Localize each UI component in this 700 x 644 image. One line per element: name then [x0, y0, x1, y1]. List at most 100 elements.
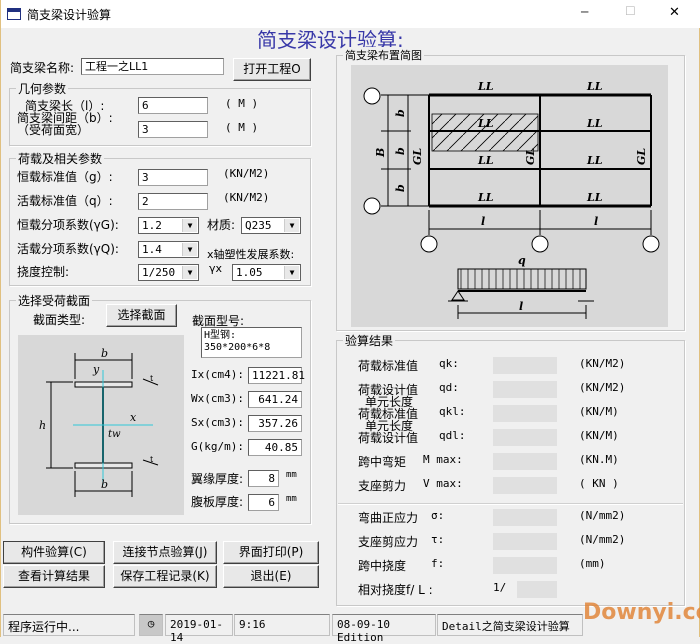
member-check-button[interactable]: 构件验算(C) — [3, 541, 105, 564]
chevron-down-icon[interactable]: ▼ — [284, 219, 299, 232]
web-thickness-value: 6 — [248, 494, 279, 511]
result-value — [493, 477, 557, 494]
material-select[interactable]: Q235 ▼ — [241, 217, 301, 234]
result-symbol: V max: — [423, 477, 463, 490]
flange-thickness-label: 翼缘厚度: — [191, 472, 244, 486]
length-unit: ( M ) — [225, 97, 259, 110]
dim-b: b — [394, 109, 407, 117]
section-diagram: b b y x h tw t t — [18, 335, 184, 515]
result-value — [493, 429, 557, 446]
live-load-input[interactable]: 2 — [138, 193, 208, 210]
section-type-label: 截面类型: — [33, 313, 86, 327]
save-project-button[interactable]: 保存工程记录(K) — [113, 565, 217, 588]
dim-b-top: b — [101, 347, 108, 360]
result-value — [493, 405, 557, 422]
status-date: 2019-01-14 — [165, 614, 233, 644]
dead-load-label: 恒载标准值（g）: — [17, 170, 113, 184]
results-legend: 验算结果 — [343, 332, 396, 349]
clock-icon: ◷ — [139, 614, 163, 636]
result-value — [493, 557, 557, 574]
result-value — [493, 381, 557, 398]
dead-load-unit: (KN/M2) — [223, 167, 270, 180]
spacing-unit: ( M ) — [225, 121, 259, 134]
beam-label-ll: LL — [586, 191, 603, 204]
result-symbol: M max: — [423, 453, 463, 466]
gamma-q-value: 1.4 — [142, 243, 162, 256]
gamma-g-select[interactable]: 1.2 ▼ — [138, 217, 199, 234]
loads-legend: 荷载及相关参数 — [16, 150, 105, 167]
beam-label-ll: LL — [477, 154, 494, 167]
result-unit: (N/mm2) — [579, 533, 626, 546]
gamma-q-label: 活载分项系数(γQ): — [17, 242, 119, 256]
section-legend: 选择受荷截面 — [16, 292, 93, 309]
chevron-down-icon[interactable]: ▼ — [284, 266, 299, 279]
status-time: 9:16 — [234, 614, 330, 636]
girder-label-gl: GL — [524, 148, 537, 165]
gamma-x-select[interactable]: 1.05 ▼ — [232, 264, 301, 281]
dim-tw: tw — [108, 429, 121, 440]
result-symbol: 1/ — [493, 581, 507, 594]
deflection-select[interactable]: 1/250 ▼ — [138, 264, 199, 281]
app-icon — [7, 8, 21, 20]
g-label: G(kg/m): — [191, 440, 244, 453]
chevron-down-icon[interactable]: ▼ — [182, 266, 197, 279]
status-edition: 08-09-10 Edition — [332, 614, 436, 644]
result-unit: (KN.M) — [579, 453, 619, 466]
print-button[interactable]: 界面打印(P) — [223, 541, 319, 564]
status-app: Detail之简支梁设计验算 — [437, 614, 583, 636]
dim-B: B — [374, 148, 387, 158]
gamma-q-select[interactable]: 1.4 ▼ — [138, 241, 199, 258]
status-running: 程序运行中... — [3, 614, 135, 636]
length-input[interactable]: 6 — [138, 97, 208, 114]
flange-thickness-value: 8 — [248, 470, 279, 487]
ix-value: 11221.81 — [248, 367, 305, 384]
chevron-down-icon[interactable]: ▼ — [182, 243, 197, 256]
result-value — [493, 533, 557, 550]
dim-b-bottom: b — [101, 478, 108, 491]
flange-unit: mm — [286, 470, 297, 480]
results-divider — [338, 503, 683, 505]
result-label: 荷载标准值 — [358, 359, 419, 373]
gamma-x-value: 1.05 — [236, 266, 263, 279]
result-unit: (mm) — [579, 557, 606, 570]
gamma-g-value: 1.2 — [142, 219, 162, 232]
result-label: 荷载设计值 — [358, 431, 419, 445]
maximize-button[interactable]: ☐ — [625, 4, 636, 18]
chevron-down-icon[interactable]: ▼ — [182, 219, 197, 232]
result-value — [493, 453, 557, 470]
spacing-input[interactable]: 3 — [138, 121, 208, 138]
minimize-button[interactable]: ─ — [581, 5, 588, 19]
wx-value: 641.24 — [248, 391, 302, 408]
spacing-sublabel: （受荷面宽） — [17, 123, 90, 137]
gamma-g-label: 恒载分项系数(γG): — [17, 218, 119, 232]
result-symbol: qd: — [439, 381, 459, 394]
view-results-button[interactable]: 查看计算结果 — [3, 565, 105, 588]
result-label: 支座剪力 — [358, 479, 407, 493]
result-unit: ( KN ) — [579, 477, 619, 490]
result-unit: (KN/M) — [579, 429, 619, 442]
result-symbol: τ: — [431, 533, 445, 546]
window-title: 简支梁设计验算 — [27, 8, 112, 22]
beam-label-ll: LL — [586, 117, 603, 130]
result-symbol: qk: — [439, 357, 459, 370]
open-project-button[interactable]: 打开工程O — [233, 58, 311, 81]
beam-label-ll: LL — [586, 154, 603, 167]
deflection-label: 挠度控制: — [17, 265, 70, 279]
select-section-button[interactable]: 选择截面 — [106, 304, 177, 327]
beam-label-ll: LL — [477, 117, 494, 130]
dead-load-input[interactable]: 3 — [138, 169, 208, 186]
result-symbol: σ: — [431, 509, 445, 522]
result-label: 相对挠度f/ L : — [358, 583, 433, 597]
joint-check-button[interactable]: 连接节点验算(J) — [113, 541, 217, 564]
plastic-factor-label: x轴塑性发展系数: — [207, 248, 295, 261]
material-value: Q235 — [245, 219, 272, 232]
result-unit: (KN/M2) — [579, 381, 626, 394]
close-button[interactable]: ✕ — [669, 5, 680, 20]
exit-button[interactable]: 退出(E) — [223, 565, 319, 588]
result-unit: (KN/M2) — [579, 357, 626, 370]
girder-label-gl: GL — [635, 148, 648, 165]
sx-value: 357.26 — [248, 415, 302, 432]
beam-name-input[interactable]: 工程一之LL1 — [81, 58, 224, 75]
result-symbol: f: — [431, 557, 445, 570]
beam-label-ll: LL — [477, 191, 494, 204]
